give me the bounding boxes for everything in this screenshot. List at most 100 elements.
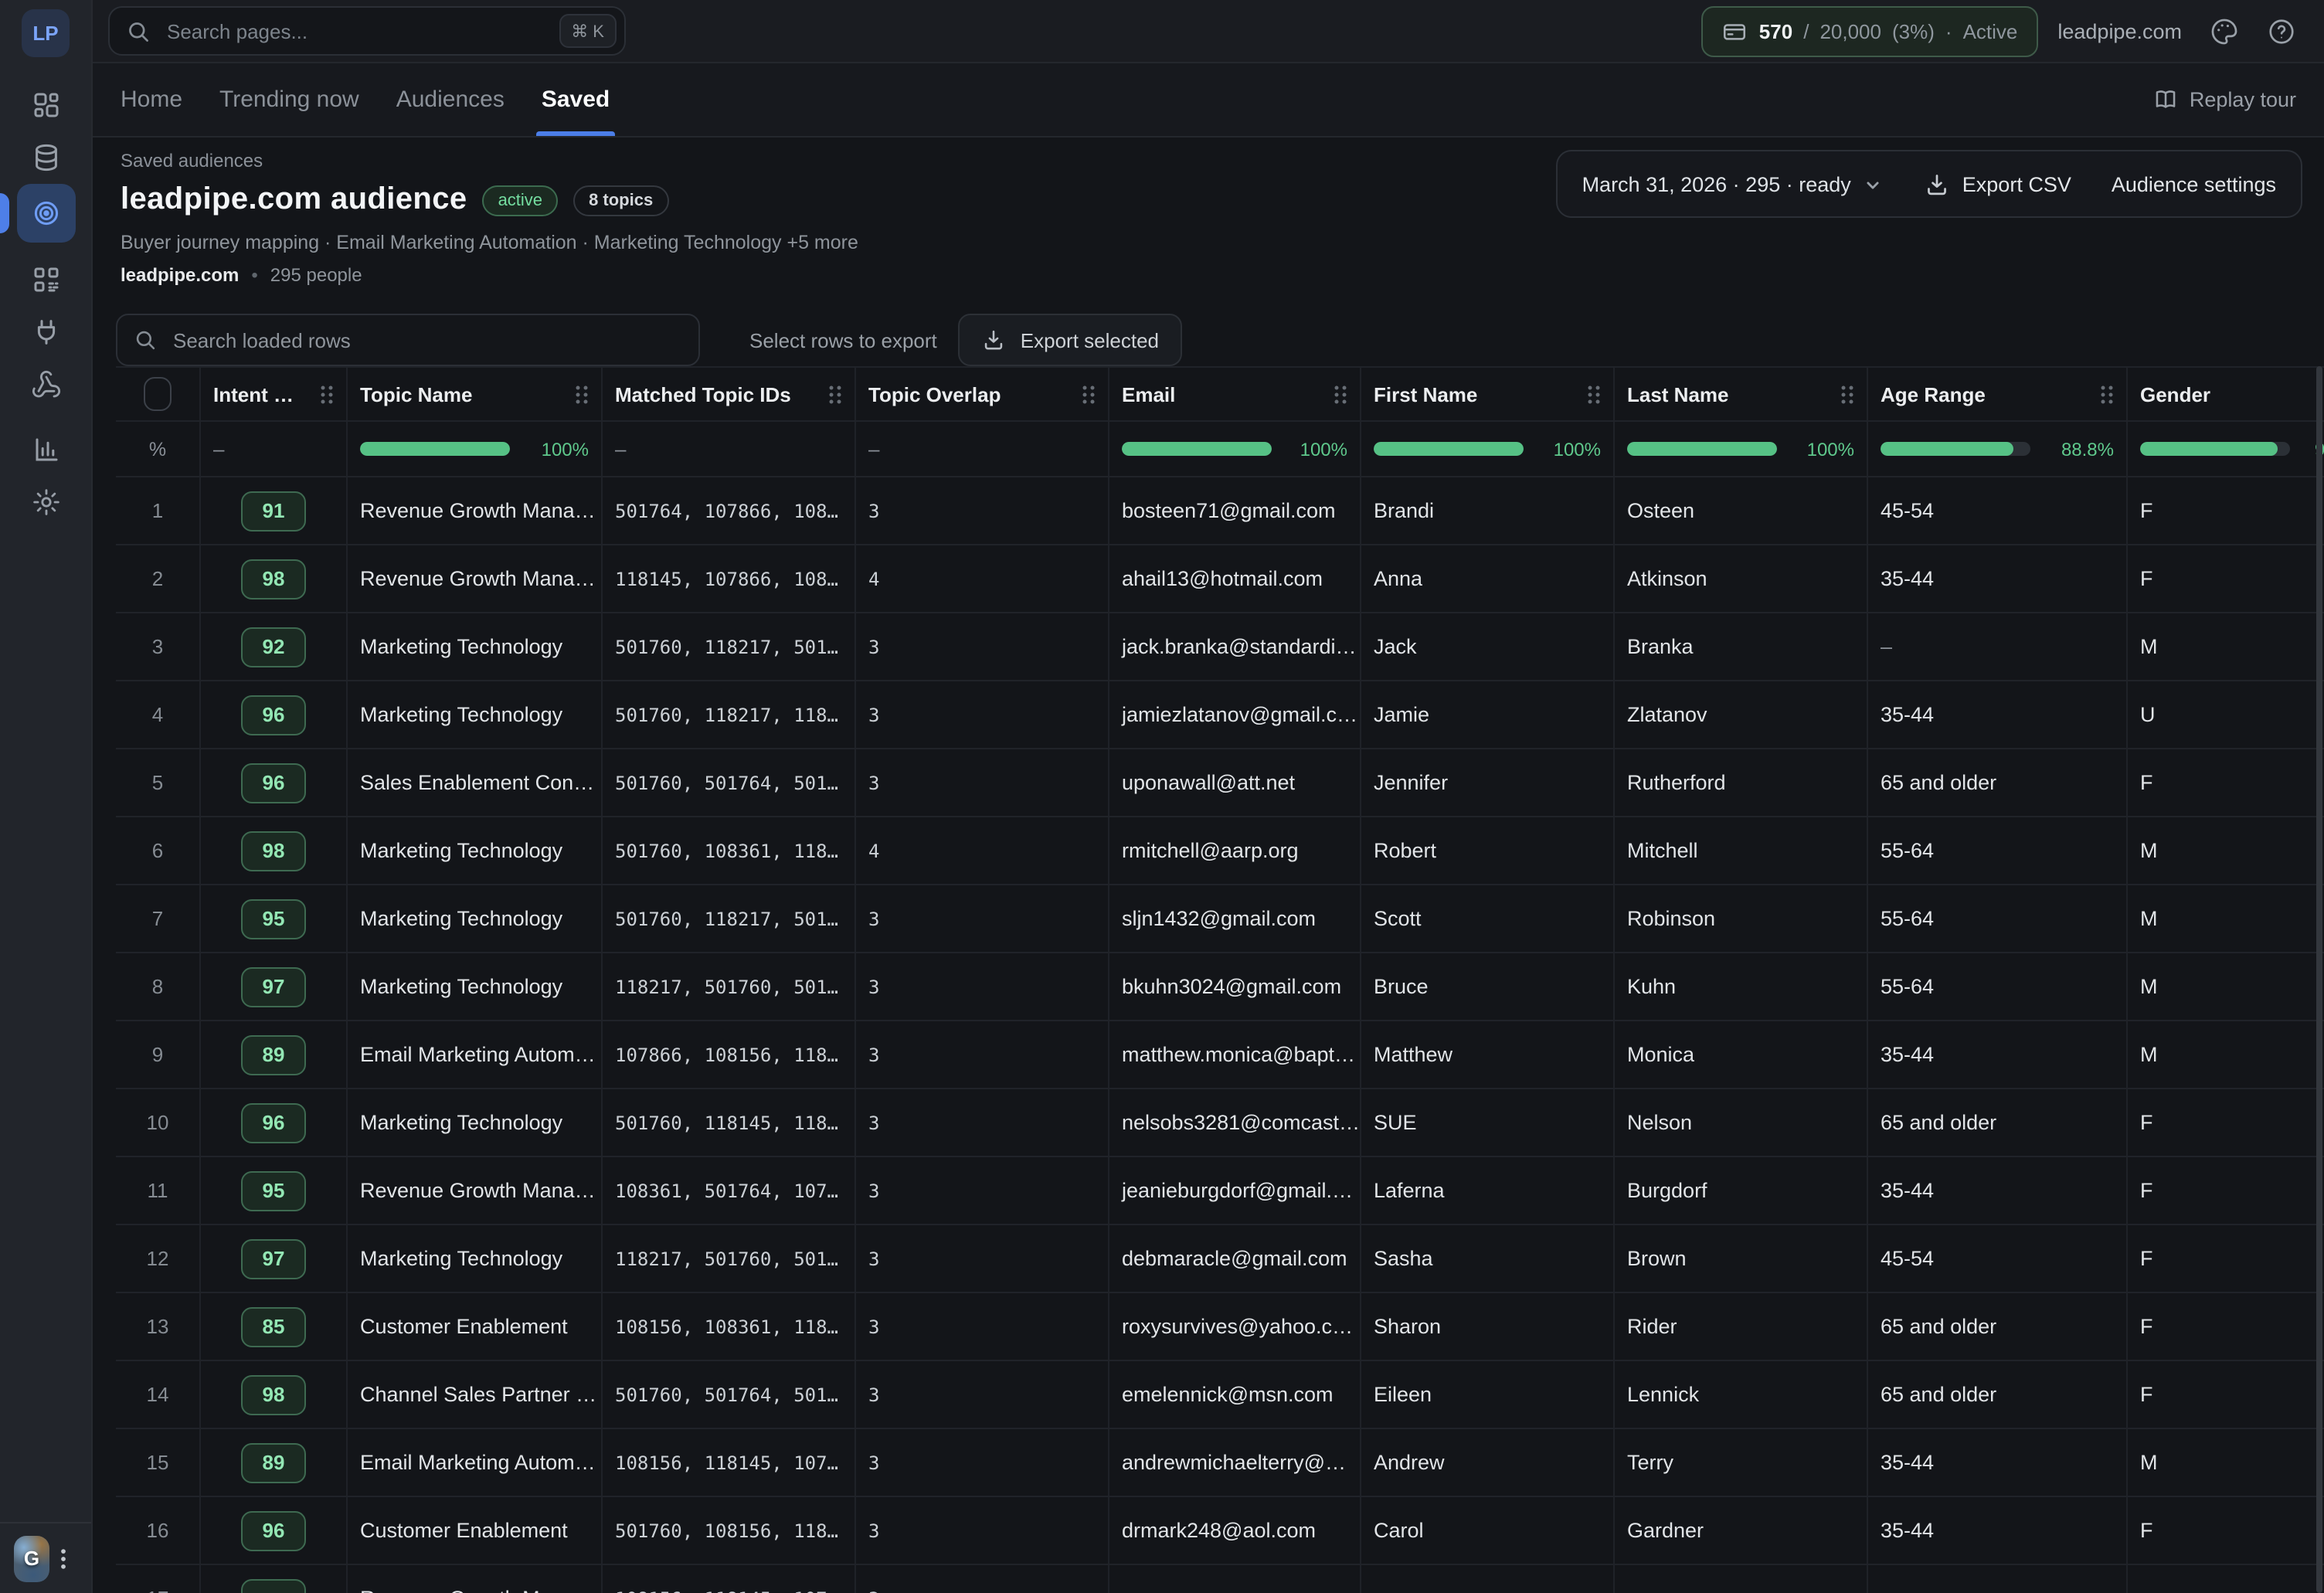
cell-gender: M [2128,1429,2324,1496]
workspace-domain[interactable]: leadpipe.com [2057,19,2182,42]
column-header-intent[interactable]: Intent … [201,368,348,420]
cell-value: 35-44 [1881,1519,1934,1542]
cell-overlap: 3 [856,1429,1109,1496]
cell-first: Andrew [1361,1429,1615,1496]
topics-badge[interactable]: 8 topics [573,185,668,216]
column-drag-handle-icon[interactable] [1072,384,1096,404]
rows-search-input[interactable] [170,327,683,353]
column-label: Gender [2140,382,2210,406]
sidebar-item-qr-code[interactable] [16,253,75,306]
table-row[interactable]: 1096Marketing Technology501760, 118145, … [116,1089,2324,1157]
select-all-checkbox[interactable] [144,377,172,411]
replay-tour-label: Replay tour [2190,88,2296,111]
fill-rate-label: 100% [1807,438,1854,460]
row-number: 7 [152,907,163,930]
table-row[interactable]: 496Marketing Technology501760, 118217, 1… [116,681,2324,749]
more-menu-icon[interactable] [49,1544,77,1572]
column-drag-handle-icon[interactable] [1578,384,1601,404]
cell-value: 45-54 [1881,499,1934,522]
rows-search[interactable] [116,314,700,366]
cell-last: Zlatanov [1615,681,1868,748]
column-header-ids[interactable]: Matched Topic IDs [603,368,856,420]
table-row[interactable]: 989Email Marketing Autom…107866, 108156,… [116,1021,2324,1089]
cell-value: 501760, 118217, 501… [615,908,838,929]
column-drag-handle-icon[interactable] [819,384,842,404]
table-row[interactable]: 698Marketing Technology501760, 108361, 1… [116,817,2324,885]
avatar[interactable]: G [14,1535,49,1581]
cell-value: 3 [868,1588,879,1593]
cell-value: Marketing Technology [360,635,562,658]
table-row[interactable]: 1589Email Marketing Autom…108156, 118145… [116,1429,2324,1497]
cell-value: 35-44 [1881,703,1934,726]
tab-audiences[interactable]: Audiences [396,63,505,136]
audience-settings-button[interactable]: Audience settings [2112,172,2276,195]
table-row[interactable]: 1696Customer Enablement501760, 108156, 1… [116,1497,2324,1565]
global-search-input[interactable] [164,18,559,44]
snapshot-dropdown[interactable]: March 31, 2026 · 295 · ready [1582,172,1884,195]
help-icon[interactable] [2267,16,2296,46]
vertical-scrollbar[interactable] [2316,366,2322,1593]
column-drag-handle-icon[interactable] [2091,384,2114,404]
column-header-first[interactable]: First Name [1361,368,1615,420]
column-header-topic[interactable]: Topic Name [348,368,603,420]
snapshot-label: March 31, 2026 · 295 · ready [1582,172,1851,195]
sidebar-item-audience-target[interactable] [16,184,75,243]
table-row[interactable]: 596Sales Enablement Con…501760, 501764, … [116,749,2324,817]
cell-value: M [2140,839,2158,862]
sidebar-item-webhook[interactable] [16,358,75,411]
cell-value: bkuhn3024@gmail.com [1122,975,1341,998]
table-row[interactable]: 17Revenue Growth Mana…108156, 118145, 10… [116,1565,2324,1593]
column-drag-handle-icon[interactable] [311,384,334,404]
people-count: 295 people [270,264,362,286]
cell-email: sljn1432@gmail.com [1109,885,1361,952]
column-label: Topic Overlap [868,382,1001,406]
sidebar-item-settings-gear[interactable] [16,476,75,528]
table-row[interactable]: 298Revenue Growth Mana…118145, 107866, 1… [116,545,2324,613]
column-header-email[interactable]: Email [1109,368,1361,420]
table-row[interactable]: 897Marketing Technology118217, 501760, 5… [116,953,2324,1021]
global-search[interactable]: ⌘ K [108,6,626,56]
sidebar-item-dashboard[interactable] [16,79,75,131]
sidebar-item-bar-chart[interactable] [16,423,75,476]
sidebar-item-database[interactable] [16,131,75,184]
table-row[interactable]: 1297Marketing Technology118217, 501760, … [116,1225,2324,1293]
column-header-rownum[interactable] [116,368,201,420]
table-row[interactable]: 1195Revenue Growth Mana…108361, 501764, … [116,1157,2324,1225]
cell-value: SUE [1374,1111,1417,1134]
cell-ids: 107866, 108156, 118… [603,1021,856,1088]
table-row[interactable]: 1498Channel Sales Partner …501760, 50176… [116,1361,2324,1429]
cell-last: Mitchell [1615,817,1868,884]
sidebar-item-plug[interactable] [16,306,75,358]
cell-value: Robert [1374,839,1436,862]
cell-value: Gardner [1627,1519,1704,1542]
cell-last: Brown [1615,1225,1868,1292]
export-csv-button[interactable]: Export CSV [1924,171,2071,197]
cell-first: Bruce [1361,953,1615,1020]
tab-home[interactable]: Home [121,63,182,136]
table-row[interactable]: 795Marketing Technology501760, 118217, 5… [116,885,2324,953]
cell-rownum: 1 [116,477,201,544]
export-selected-button[interactable]: Export selected [959,314,1182,366]
column-drag-handle-icon[interactable] [1324,384,1347,404]
replay-tour-button[interactable]: Replay tour [2152,87,2296,113]
column-drag-handle-icon[interactable] [566,384,589,404]
intent-score-badge: 89 [241,1442,306,1483]
cell-overlap: 3 [856,1293,1109,1360]
cell-value: 55-64 [1881,907,1934,930]
cell-age: 35-44 [1868,1497,2128,1564]
tab-trending-now[interactable]: Trending now [219,63,359,136]
column-header-last[interactable]: Last Name [1615,368,1868,420]
table-row[interactable]: 1385Customer Enablement108156, 108361, 1… [116,1293,2324,1361]
cell-email: 100% [1109,422,1361,476]
column-header-age[interactable]: Age Range [1868,368,2128,420]
row-number: 8 [152,975,163,998]
table-row[interactable]: 191Revenue Growth Mana…501764, 107866, 1… [116,477,2324,545]
column-drag-handle-icon[interactable] [1831,384,1854,404]
table-row[interactable]: 392Marketing Technology501760, 118217, 5… [116,613,2324,681]
credits-badge[interactable]: 570 / 20,000 (3%) · Active [1702,5,2038,56]
tab-saved[interactable]: Saved [542,63,610,136]
column-header-overlap[interactable]: Topic Overlap [856,368,1109,420]
column-header-gender[interactable]: Gender [2128,368,2324,420]
app-logo[interactable]: LP [22,9,70,57]
theme-palette-icon[interactable] [2210,16,2239,46]
